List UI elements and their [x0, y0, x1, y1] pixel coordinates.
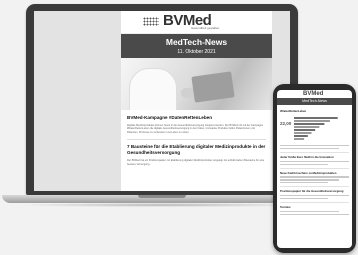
hero-image[interactable] — [121, 58, 272, 110]
phone-notch — [300, 86, 329, 90]
text-line — [280, 144, 349, 147]
phone-brand-logo: BVMed — [303, 91, 324, 97]
newsletter-mobile[interactable]: BVMed MedTech-News #DatenRettenLeben 22,… — [277, 90, 352, 248]
divider — [127, 139, 266, 141]
divider — [280, 186, 349, 188]
text-line — [280, 176, 349, 178]
phone-body: #DatenRettenLeben 22,00 Jeder fünfte Eur… — [277, 105, 352, 218]
text-line — [280, 195, 349, 197]
text-line — [280, 179, 339, 181]
doctor-figure — [129, 68, 177, 110]
article-2-text: Der BVMed hat ein Positionspapier zur Et… — [127, 159, 265, 166]
chart-bar — [294, 116, 338, 119]
laptop-hinge — [138, 195, 186, 198]
phone-banner: MedTech-News — [277, 98, 352, 105]
chart-bar — [294, 134, 309, 137]
newsletter-banner: MedTech-News 11. Oktober 2021 — [121, 34, 272, 58]
newsletter-header: BVMed Gesundheit gestalten — [121, 11, 272, 34]
divider — [280, 202, 349, 203]
phone-big-number: 22,00 — [280, 120, 292, 126]
phone-item-4-title[interactable]: Termine — [280, 205, 349, 210]
text-line — [280, 213, 349, 215]
article-1-title[interactable]: BVMed-Kampagne #DatenRettenLeben — [127, 115, 266, 121]
phone-item-3-title[interactable]: Positionspapier für die Gesundheitsverso… — [280, 189, 349, 194]
chart-bar — [294, 125, 320, 128]
laptop-screen: BVMed Gesundheit gestalten MedTech-News … — [34, 11, 290, 191]
logo-dots-icon — [143, 17, 159, 26]
tablet-figure — [191, 71, 235, 103]
newsletter-title: MedTech-News — [165, 37, 228, 47]
phone-item-2-title[interactable]: Neue Fachbroschüre zu Medizinprodukten — [280, 171, 349, 176]
divider — [280, 152, 349, 153]
text-line — [280, 210, 339, 213]
text-line — [280, 197, 329, 200]
chart-bar — [294, 128, 316, 131]
chart-bar — [294, 137, 305, 140]
text-line — [280, 160, 349, 163]
divider — [280, 167, 349, 169]
chart-bar — [294, 131, 312, 134]
phone-bar-chart — [294, 116, 338, 140]
text-line — [280, 182, 329, 184]
laptop-shadow — [14, 203, 310, 207]
chart-bar — [294, 122, 325, 125]
text-line — [280, 163, 329, 165]
phone-section-label: #DatenRettenLeben — [280, 109, 307, 113]
brand-tagline: Gesundheit gestalten — [191, 26, 220, 30]
newsletter-date: 11. Oktober 2021 — [177, 49, 216, 55]
article-1-text: Digitale Medizinprodukte können heute in… — [127, 124, 264, 134]
newsletter-desktop[interactable]: BVMed Gesundheit gestalten MedTech-News … — [121, 11, 272, 191]
phone-item-1-title[interactable]: Jeder fünfte Euro fließt in die Innovati… — [280, 155, 349, 160]
article-2-title[interactable]: 7 Bausteine für die Etablierung digitale… — [127, 144, 266, 156]
phone-header: BVMed — [277, 90, 352, 98]
newsletter-body: BVMed-Kampagne #DatenRettenLeben Digital… — [121, 110, 272, 166]
chart-bar — [294, 119, 331, 122]
text-line — [280, 147, 339, 150]
